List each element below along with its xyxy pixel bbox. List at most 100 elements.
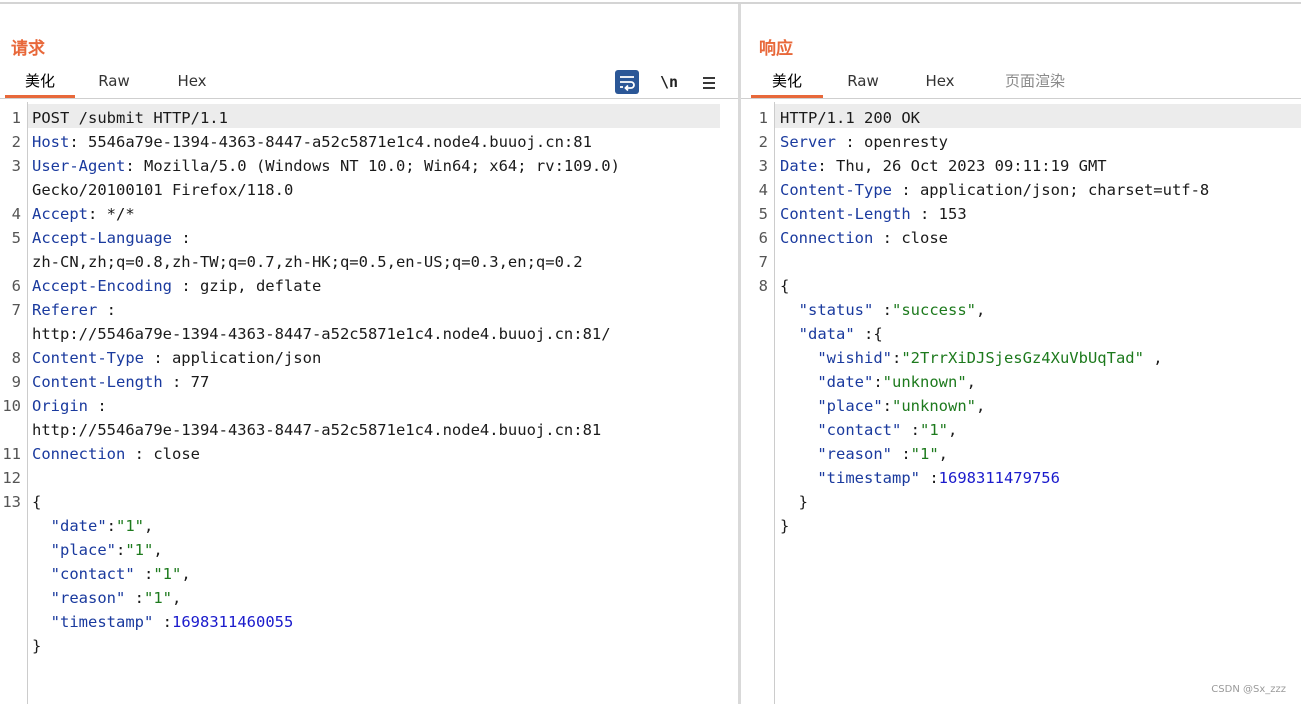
token-key: Connection xyxy=(32,445,126,463)
token-text: , xyxy=(966,373,977,391)
request-pane: 请求 美化 Raw Hex \n 1 POST /submit HTTP/1.1 2… xyxy=(0,4,738,704)
token-text: { xyxy=(780,277,790,295)
code-line: Accept: */* xyxy=(32,202,135,226)
line-number: 10 xyxy=(2,397,21,415)
token-text: : xyxy=(125,589,144,607)
token-text: : xyxy=(88,397,107,415)
token-text: : xyxy=(106,517,117,535)
token-text: , xyxy=(976,301,986,319)
token-string: "1" xyxy=(910,445,939,463)
line-number: 6 xyxy=(11,277,21,295)
code-line: Connection : close xyxy=(780,226,948,250)
code-line: POST /submit HTTP/1.1 xyxy=(32,106,228,130)
token-text: : xyxy=(891,445,911,463)
response-pane: 响应 美化 Raw Hex 页面渲染 1 HTTP/1.1 200 OK 2 Serv… xyxy=(741,4,1301,704)
token-text: HTTP/1.1 200 OK xyxy=(780,109,920,127)
token-text: , xyxy=(144,517,154,535)
token-key: "timestamp" xyxy=(817,469,920,487)
token-text: , xyxy=(948,421,958,439)
request-tab-hex[interactable]: Hex xyxy=(162,68,222,98)
line-number: 6 xyxy=(758,229,768,247)
code-line: Content-Type : application/json; charset… xyxy=(780,178,1209,202)
token-key: "place" xyxy=(817,397,883,415)
token-text: , xyxy=(1143,349,1163,367)
token-text: : xyxy=(153,613,172,631)
code-line: Connection : close xyxy=(32,442,200,466)
token-text: } xyxy=(780,493,808,511)
request-tabs-underline xyxy=(0,98,738,99)
token-string: "1" xyxy=(144,589,172,607)
code-line: "date":"1", xyxy=(32,514,154,538)
code-line: "contact" :"1", xyxy=(32,562,191,586)
token-key: "reason" xyxy=(817,445,892,463)
code-line: User-Agent: Mozilla/5.0 (Windows NT 10.0… xyxy=(32,154,620,178)
response-tab-hex[interactable]: Hex xyxy=(910,68,970,98)
token-key: User-Agent xyxy=(32,157,126,175)
line-number: 3 xyxy=(758,157,768,175)
token-text: : xyxy=(873,373,883,391)
token-key: Host xyxy=(32,133,70,151)
response-editor[interactable]: 1 HTTP/1.1 200 OK 2 Server : openresty 3 Date… xyxy=(741,102,1301,704)
request-tab-raw[interactable]: Raw xyxy=(84,68,144,98)
code-line: } xyxy=(32,634,41,658)
line-number: 8 xyxy=(758,277,768,295)
token-string: "success" xyxy=(892,301,976,319)
line-number: 4 xyxy=(758,181,768,199)
code-line: Host: 5546a79e-1394-4363-8447-a52c5871e1… xyxy=(32,130,592,154)
token-key: "reason" xyxy=(50,589,126,607)
response-tab-raw[interactable]: Raw xyxy=(833,68,893,98)
word-wrap-icon[interactable] xyxy=(615,70,639,94)
token-text: : xyxy=(873,301,892,319)
token-key: "contact" xyxy=(50,565,135,583)
token-string: "2TrrXiDJSjesGz4XuVbUqTad" xyxy=(901,349,1144,367)
token-text: : */* xyxy=(88,205,135,223)
request-tab-pretty[interactable]: 美化 xyxy=(5,68,75,98)
token-string: "1" xyxy=(920,421,948,439)
token-string: "1" xyxy=(153,565,182,583)
code-line: Content-Length : 153 xyxy=(780,202,967,226)
hamburger-menu-icon[interactable] xyxy=(699,70,719,94)
request-editor[interactable]: 1 POST /submit HTTP/1.1 2 Host: 5546a79e-13… xyxy=(0,102,738,704)
code-line: Accept-Encoding : gzip, deflate xyxy=(32,274,321,298)
token-text: } xyxy=(780,517,790,535)
code-line: Accept-Language : xyxy=(32,226,191,250)
newline-toggle-icon[interactable]: \n xyxy=(657,70,681,94)
line-number: 5 xyxy=(758,205,768,223)
token-text: : openresty xyxy=(836,133,948,151)
response-tab-render[interactable]: 页面渲染 xyxy=(991,68,1079,98)
token-key: Accept xyxy=(32,205,88,223)
token-text: , xyxy=(976,397,986,415)
code-line: "reason" :"1", xyxy=(780,442,948,466)
token-text: : close xyxy=(873,229,948,247)
token-text: : xyxy=(116,541,126,559)
token-key: "contact" xyxy=(817,421,902,439)
code-line: Content-Length : 77 xyxy=(32,370,209,394)
token-key: Content-Type xyxy=(32,349,144,367)
token-text: : 153 xyxy=(910,205,967,223)
token-text: , xyxy=(172,589,182,607)
line-number: 12 xyxy=(2,469,21,487)
code-line: Content-Type : application/json xyxy=(32,346,321,370)
token-key: Origin xyxy=(32,397,88,415)
line-number: 2 xyxy=(11,133,21,151)
line-number: 2 xyxy=(758,133,768,151)
code-line: } xyxy=(780,514,789,538)
code-line: } xyxy=(780,490,808,514)
line-number: 1 xyxy=(11,109,21,127)
code-line: "data" :{ xyxy=(780,322,883,346)
code-line: zh-CN,zh;q=0.8,zh-TW;q=0.7,zh-HK;q=0.5,e… xyxy=(32,250,583,274)
token-text: , xyxy=(181,565,191,583)
response-title: 响应 xyxy=(759,39,793,59)
code-line: "reason" :"1", xyxy=(32,586,182,610)
token-string: "unknown" xyxy=(892,397,976,415)
line-number: 1 xyxy=(758,109,768,127)
response-tab-pretty[interactable]: 美化 xyxy=(751,68,823,98)
code-line: "timestamp" :1698311460055 xyxy=(32,610,294,634)
line-number: 11 xyxy=(2,445,21,463)
token-key: "status" xyxy=(798,301,874,319)
token-key: Content-Type xyxy=(780,181,892,199)
